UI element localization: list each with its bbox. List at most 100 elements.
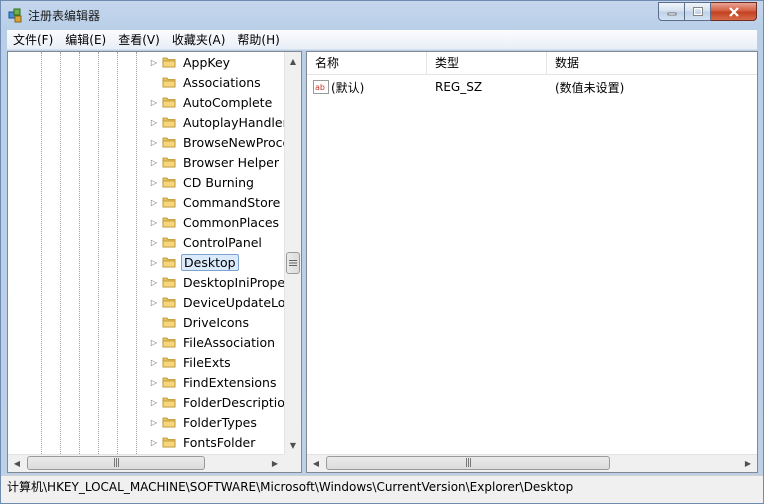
expand-arrow-icon[interactable]: ▷ [148, 56, 160, 68]
tree-node[interactable]: ▷ CD Burning [148, 172, 286, 192]
folder-icon [162, 175, 176, 189]
menu-file[interactable]: 文件(F) [7, 30, 59, 50]
folder-icon [162, 155, 176, 169]
registry-key-tree[interactable]: ▷ AppKey Associations ▷ AutoComplete ▷ Autopla… [8, 52, 286, 454]
tree-guide-line [41, 52, 42, 454]
scroll-left-arrow-icon[interactable]: ◀ [9, 455, 25, 471]
folder-icon [162, 115, 176, 129]
tree-vertical-scroll-thumb[interactable] [286, 252, 300, 274]
tree-node[interactable]: ▷ FileAssociation [148, 332, 286, 352]
scroll-up-arrow-icon[interactable]: ▲ [285, 53, 301, 69]
registry-editor-window: 注册表编辑器 文件(F) 编辑(E) 查看(V) 收藏夹(A) 帮助(H) ▷ … [0, 0, 764, 504]
value-name: (默认) [331, 80, 365, 95]
tree-node-label: FontsFolder [183, 434, 256, 450]
folder-icon [162, 435, 176, 449]
expand-arrow-icon[interactable]: ▷ [148, 436, 160, 448]
tree-guide-line [117, 52, 118, 454]
tree-node[interactable]: ▷ DesktopIniPrope [148, 272, 286, 292]
expand-arrow-icon[interactable]: ▷ [148, 196, 160, 208]
column-header-name[interactable]: 名称 [307, 52, 427, 75]
tree-node-label: Desktop [181, 253, 239, 271]
registry-editor-app-icon [8, 7, 24, 23]
tree-node[interactable]: ▷ CommonPlaces [148, 212, 286, 232]
expand-arrow-icon[interactable]: ▷ [148, 236, 160, 248]
expand-arrow-icon[interactable]: ▷ [148, 376, 160, 388]
expand-arrow-icon[interactable]: ▷ [148, 296, 160, 308]
window-title: 注册表编辑器 [28, 9, 101, 23]
column-header-data[interactable]: 数据 [547, 52, 757, 75]
folder-icon [162, 415, 176, 429]
tree-node[interactable]: ▷ Browser Helper ( [148, 152, 286, 172]
folder-icon [162, 135, 176, 149]
expand-arrow-icon[interactable]: ▷ [148, 136, 160, 148]
value-row-default[interactable]: ab (默认) REG_SZ (数值未设置) [307, 77, 747, 97]
menu-view[interactable]: 查看(V) [112, 30, 166, 50]
menu-help[interactable]: 帮助(H) [231, 30, 285, 50]
expand-arrow-icon[interactable]: ▷ [148, 336, 160, 348]
folder-icon [162, 295, 176, 309]
tree-node[interactable]: ▷ ControlPanel [148, 232, 286, 252]
title-bar[interactable]: 注册表编辑器 [1, 1, 763, 29]
tree-node[interactable]: ▷ AutoComplete [148, 92, 286, 112]
registry-tree-pane[interactable]: ▷ AppKey Associations ▷ AutoComplete ▷ Autopla… [7, 51, 302, 473]
menu-edit[interactable]: 编辑(E) [59, 30, 112, 50]
expand-arrow-icon[interactable]: ▷ [148, 416, 160, 428]
values-pane[interactable]: 名称 类型 数据 ab (默认) REG_SZ (数值未设置) ◀ ||| ▶ [306, 51, 758, 473]
scroll-down-arrow-icon[interactable]: ▼ [285, 437, 301, 453]
minimize-button[interactable] [658, 2, 685, 21]
folder-icon [162, 215, 176, 229]
value-name-cell: ab (默认) [307, 79, 427, 96]
tree-node[interactable]: ▷ FileExts [148, 352, 286, 372]
expand-arrow-icon[interactable]: ▷ [148, 356, 160, 368]
expand-arrow-icon[interactable]: ▷ [148, 116, 160, 128]
tree-guide-line [136, 52, 137, 454]
tree-node-label: FileExts [183, 354, 231, 370]
tree-node-label: FolderTypes [183, 414, 257, 430]
expand-arrow-icon[interactable]: ▷ [148, 156, 160, 168]
expand-arrow-icon[interactable]: ▷ [148, 276, 160, 288]
tree-node[interactable]: ▷ BrowseNewProce [148, 132, 286, 152]
tree-node-label: AppKey [183, 54, 231, 70]
tree-node[interactable]: Associations [148, 72, 286, 92]
folder-icon [162, 95, 176, 109]
values-horizontal-scrollbar[interactable]: ◀ ||| ▶ [307, 454, 757, 472]
expand-arrow-icon[interactable]: ▷ [148, 256, 160, 268]
folder-icon [162, 195, 176, 209]
tree-horizontal-scroll-thumb[interactable]: ||| [27, 456, 205, 470]
tree-node[interactable]: DriveIcons [148, 312, 286, 332]
tree-vertical-scrollbar[interactable]: ▲ ▼ [284, 52, 301, 454]
tree-node[interactable]: ▷ FolderDescriptio [148, 392, 286, 412]
values-horizontal-scroll-thumb[interactable]: ||| [326, 456, 610, 470]
folder-icon [162, 355, 176, 369]
tree-node[interactable]: ▷ AppKey [148, 52, 286, 72]
tree-node[interactable]: ▷ FolderTypes [148, 412, 286, 432]
tree-node[interactable]: ▷ Desktop [148, 252, 286, 272]
column-header-type[interactable]: 类型 [427, 52, 547, 75]
tree-horizontal-scrollbar[interactable]: ◀ ||| ▶ [8, 454, 284, 472]
menu-favorites[interactable]: 收藏夹(A) [166, 30, 232, 50]
expand-arrow-icon[interactable]: ▷ [148, 216, 160, 228]
maximize-button[interactable] [685, 2, 711, 21]
expand-arrow-icon[interactable]: ▷ [148, 176, 160, 188]
tree-node-label: AutoplayHandlers [183, 114, 286, 130]
tree-node[interactable]: ▷ AutoplayHandlers [148, 112, 286, 132]
tree-node-label: CommonPlaces [183, 214, 280, 230]
expand-arrow-icon[interactable]: ▷ [148, 96, 160, 108]
close-button[interactable] [711, 2, 757, 21]
folder-icon [162, 255, 176, 269]
expand-arrow-icon[interactable]: ▷ [148, 396, 160, 408]
tree-node-label: FindExtensions [183, 374, 277, 390]
tree-node[interactable]: ▷ CommandStore [148, 192, 286, 212]
scroll-right-arrow-icon[interactable]: ▶ [740, 455, 756, 471]
tree-node[interactable]: ▷ DeviceUpdateLoc [148, 292, 286, 312]
scroll-right-arrow-icon[interactable]: ▶ [267, 455, 283, 471]
window-controls [658, 2, 757, 21]
tree-node[interactable]: ▷ FindExtensions [148, 372, 286, 392]
status-bar: 计算机\HKEY_LOCAL_MACHINE\SOFTWARE\Microsof… [1, 475, 763, 503]
tree-node[interactable]: ▷ FontsFolder [148, 432, 286, 452]
tree-node-label: Associations [183, 74, 261, 90]
scroll-left-arrow-icon[interactable]: ◀ [308, 455, 324, 471]
values-list-header: 名称 类型 数据 [307, 52, 757, 75]
folder-icon [162, 235, 176, 249]
